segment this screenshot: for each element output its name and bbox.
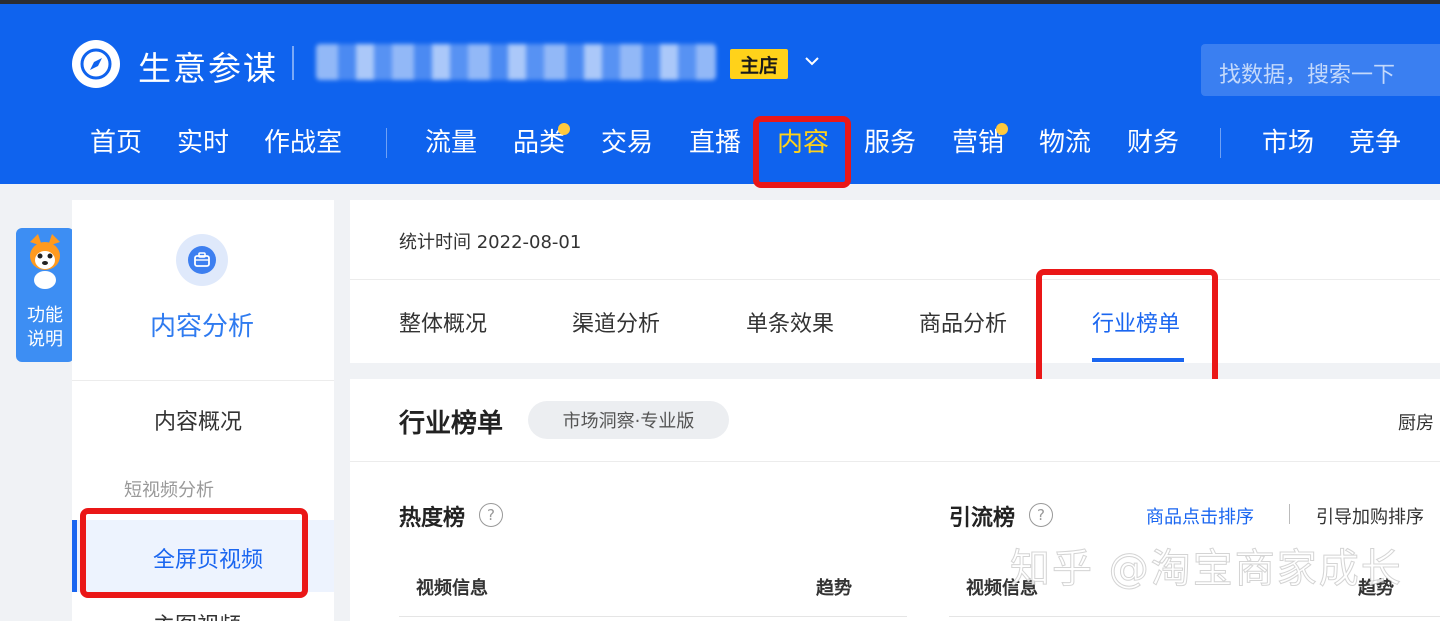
header-divider <box>292 46 294 80</box>
traffic-table-border <box>949 616 1440 617</box>
sidebar-section-short-video: 短视频分析 <box>124 480 214 501</box>
help-question-icon[interactable]: ? <box>479 503 503 527</box>
stat-time: 统计时间 2022-08-01 <box>399 232 582 253</box>
watermark-text: 知乎 @淘宝商家成长 <box>1010 546 1403 593</box>
tab-channel[interactable]: 渠道分析 <box>572 306 660 338</box>
tab-single-effect[interactable]: 单条效果 <box>746 306 834 338</box>
stats-card <box>350 200 1440 363</box>
tab-overall[interactable]: 整体概况 <box>399 306 487 338</box>
notification-dot <box>558 123 570 135</box>
search-placeholder: 找数据，搜索一下 <box>1219 63 1396 88</box>
nav-item-traffic[interactable]: 流量 <box>425 122 477 159</box>
traffic-ranking-title: 引流榜 <box>949 506 1016 531</box>
ranking-title: 行业榜单 <box>399 409 504 439</box>
annotation-box-fullscreen-video <box>80 508 308 598</box>
hot-ranking-title: 热度榜 <box>399 506 466 531</box>
app-name[interactable]: 生意参谋 <box>138 42 278 90</box>
compass-logo-icon[interactable] <box>72 40 120 88</box>
annotation-box-content-nav <box>753 116 851 188</box>
sidebar-divider <box>72 380 334 381</box>
notification-dot <box>996 123 1008 135</box>
category-selector[interactable]: 厨房 <box>1398 409 1434 435</box>
sidebar-item-main-video[interactable]: 主图视频 <box>153 608 241 621</box>
sidebar-active-indicator <box>72 520 77 592</box>
nav-separator <box>1220 128 1221 158</box>
nav-item-service[interactable]: 服务 <box>864 122 916 159</box>
market-insight-badge[interactable]: 市场洞察·专业版 <box>528 401 729 439</box>
ranking-divider <box>350 461 1440 462</box>
main-shop-badge: 主店 <box>730 49 788 79</box>
shop-name-redacted <box>316 44 716 80</box>
nav-separator <box>386 128 387 158</box>
helper-label: 功能说明 <box>27 305 63 350</box>
nav-item-market[interactable]: 市场 <box>1262 122 1314 159</box>
nav-item-live[interactable]: 直播 <box>689 122 741 159</box>
annotation-box-ranking-tab <box>1036 269 1218 387</box>
search-input[interactable]: 找数据，搜索一下 <box>1201 44 1440 96</box>
tab-product[interactable]: 商品分析 <box>919 306 1007 338</box>
sidebar-item-overview[interactable]: 内容概况 <box>154 404 242 436</box>
help-question-icon[interactable]: ? <box>1029 503 1053 527</box>
nav-item-home[interactable]: 首页 <box>90 122 142 159</box>
nav-item-finance[interactable]: 财务 <box>1127 122 1179 159</box>
hot-table-border <box>399 616 907 617</box>
feature-help-widget[interactable]: 功能说明 <box>16 228 74 362</box>
nav-item-logistics[interactable]: 物流 <box>1039 122 1091 159</box>
stats-divider <box>350 279 1440 280</box>
nav-item-trade[interactable]: 交易 <box>601 122 653 159</box>
hot-col-trend: 趋势 <box>816 578 852 599</box>
briefcase-icon <box>176 234 228 286</box>
sidebar-title: 内容分析 <box>150 312 255 342</box>
sort-separator <box>1289 504 1290 524</box>
sort-by-click-link[interactable]: 商品点击排序 <box>1146 503 1254 529</box>
mascot-icon <box>30 234 60 289</box>
hot-col-video-info: 视频信息 <box>416 578 488 599</box>
nav-item-realtime[interactable]: 实时 <box>177 122 229 159</box>
chevron-down-icon[interactable] <box>801 50 823 72</box>
nav-item-competition[interactable]: 竞争 <box>1349 122 1401 159</box>
sort-by-cart-link[interactable]: 引导加购排序 <box>1316 503 1424 529</box>
nav-item-warroom[interactable]: 作战室 <box>264 122 342 159</box>
